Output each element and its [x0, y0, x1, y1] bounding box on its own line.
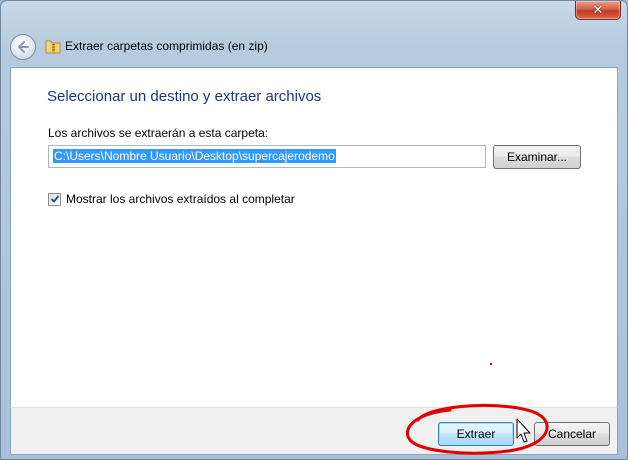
close-button[interactable]: ✕	[575, 1, 621, 20]
dialog-content: Seleccionar un destino y extraer archivo…	[10, 67, 618, 407]
cancel-button[interactable]: Cancelar	[534, 422, 610, 446]
browse-button[interactable]: Examinar...	[493, 145, 581, 169]
check-mark-icon	[50, 195, 59, 203]
hand-pointer-icon	[516, 418, 531, 443]
destination-path-value: C:\Users\Nombre Usuario\Desktop\supercaj…	[53, 149, 336, 163]
show-files-label: Mostrar los archivos extraídos al comple…	[66, 192, 295, 206]
dialog-window: ✕ Extraer carpetas comprimidas (en zip) …	[0, 0, 628, 460]
page-title: Seleccionar un destino y extraer archivo…	[47, 88, 322, 105]
close-icon: ✕	[592, 2, 604, 18]
back-arrow-icon	[18, 41, 29, 53]
destination-path-input[interactable]: C:\Users\Nombre Usuario\Desktop\supercaj…	[48, 145, 486, 168]
back-button[interactable]	[10, 34, 36, 60]
destination-label: Los archivos se extraerán a esta carpeta…	[48, 126, 269, 140]
window-title: Extraer carpetas comprimidas (en zip)	[65, 39, 268, 53]
show-files-checkbox[interactable]	[48, 192, 61, 206]
show-files-option[interactable]: Mostrar los archivos extraídos al comple…	[48, 192, 295, 206]
zip-folder-icon	[45, 40, 61, 54]
extract-button[interactable]: Extraer	[438, 422, 514, 446]
